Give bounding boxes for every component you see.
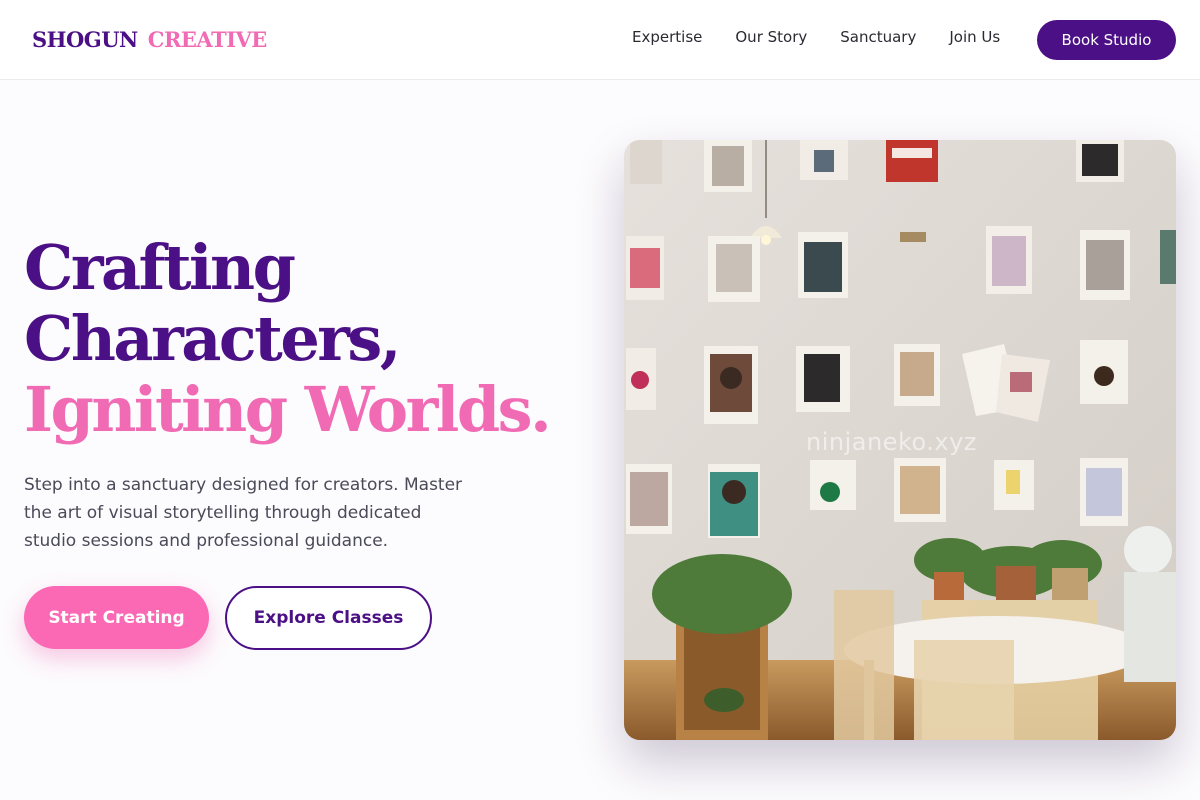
brand-logo[interactable]: SHOGUN CREATIVE	[32, 27, 267, 52]
hero-title-line-2: Characters,	[24, 302, 401, 375]
start-creating-button[interactable]: Start Creating	[24, 586, 209, 649]
nav-link-our-story[interactable]: Our Story	[735, 28, 807, 46]
explore-classes-button[interactable]: Explore Classes	[225, 586, 432, 650]
nav-link-sanctuary[interactable]: Sanctuary	[840, 28, 916, 46]
image-watermark: ninjaneko.xyz	[806, 428, 977, 456]
hero-title-line-3: Igniting Worlds.	[24, 373, 552, 446]
brand-name-part2: CREATIVE	[147, 27, 268, 52]
hero-image: ninjaneko.xyz	[624, 140, 1176, 740]
site-header: SHOGUN CREATIVE Expertise Our Story Sanct…	[0, 0, 1200, 80]
brand-name-part1: SHOGUN	[32, 27, 138, 52]
nav-link-expertise[interactable]: Expertise	[632, 28, 702, 46]
main-nav: Expertise Our Story Sanctuary Join Us	[632, 28, 1000, 46]
book-studio-button[interactable]: Book Studio	[1037, 20, 1176, 60]
hero-description: Step into a sanctuary designed for creat…	[24, 475, 463, 551]
hero-title: Crafting Characters, Igniting Worlds.	[24, 231, 552, 446]
nav-link-join-us[interactable]: Join Us	[949, 28, 1000, 46]
hero-title-line-1: Crafting	[24, 231, 296, 304]
